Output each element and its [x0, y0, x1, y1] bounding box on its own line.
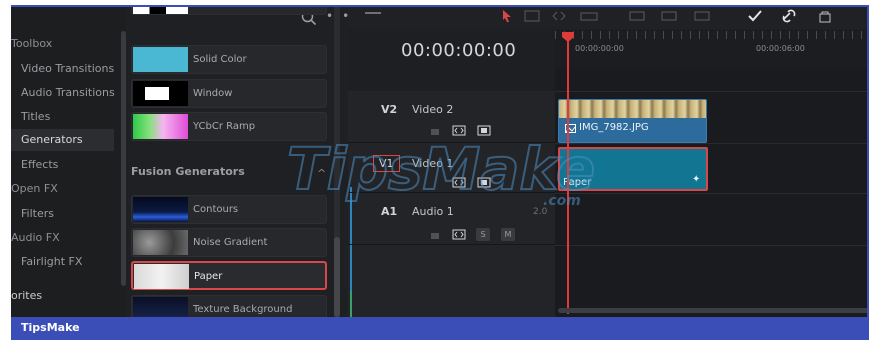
- generator-label: Noise Gradient: [193, 237, 268, 248]
- audio-channel-level: 2.0: [533, 207, 548, 217]
- lane-divider: [555, 193, 867, 194]
- track-id[interactable]: V1: [373, 155, 400, 172]
- generator-thumbnail: [133, 7, 188, 14]
- ruler-timecode: 00:00:06:00: [756, 44, 805, 53]
- track-name[interactable]: Video 2: [412, 103, 453, 116]
- resolve-edit-window: Toolbox Video Transitions Audio Transiti…: [11, 7, 869, 340]
- footer-bar: TipsMake: [11, 317, 867, 340]
- insert-clip-icon[interactable]: [628, 9, 646, 23]
- generator-item-paper[interactable]: Paper: [131, 261, 327, 290]
- position-lock-icon[interactable]: [816, 9, 834, 23]
- ycbcr-ramp-thumbnail: [133, 114, 188, 139]
- track-name[interactable]: Video 1: [412, 157, 453, 170]
- sidebar-item-open-fx[interactable]: Open FX: [11, 182, 58, 195]
- image-clip[interactable]: IMG_7982.JPG: [558, 99, 707, 143]
- timeline-panel: 00:00:00:00 00:00:00:00 00:00:06:00 V2 V…: [348, 7, 867, 331]
- sidebar-item-audio-fx[interactable]: Audio FX: [11, 231, 60, 244]
- sidebar-item-favorites[interactable]: orites: [11, 289, 42, 302]
- sidebar-item-filters[interactable]: Filters: [21, 207, 54, 220]
- track-id: A1: [381, 205, 398, 218]
- sidebar-item-effects[interactable]: Effects: [21, 158, 58, 171]
- timecode-display[interactable]: 00:00:00:00: [401, 40, 516, 61]
- link-icon[interactable]: [780, 9, 798, 23]
- auto-select-icon[interactable]: [452, 125, 466, 136]
- lane-divider: [555, 143, 867, 144]
- generator-item-solid-color[interactable]: Solid Color: [131, 45, 327, 74]
- sparkle-icon: ✦: [692, 174, 701, 185]
- generator-item-contours[interactable]: Contours: [131, 195, 327, 224]
- generator-label: YCbCr Ramp: [193, 121, 256, 132]
- solid-color-thumbnail: [133, 47, 188, 72]
- footer-label: TipsMake: [21, 321, 80, 334]
- track-header-v2[interactable]: V2 Video 2: [348, 91, 555, 143]
- track-header-v1[interactable]: V1 Video 1: [348, 143, 555, 193]
- auto-select-icon[interactable]: [452, 229, 466, 240]
- fusion-generators-header: Fusion Generators: [131, 165, 245, 178]
- blade-icon[interactable]: [580, 9, 598, 23]
- auto-select-icon[interactable]: [452, 177, 466, 188]
- ruler-timecode: 00:00:00:00: [575, 44, 624, 53]
- paper-generator-clip[interactable]: Paper ✦: [558, 147, 708, 191]
- generator-item-partial[interactable]: [131, 7, 327, 15]
- sidebar-item-fairlight-fx[interactable]: Fairlight FX: [21, 255, 82, 268]
- sidebar-item-generators[interactable]: Generators: [11, 129, 114, 151]
- generator-scrollbar[interactable]: [334, 7, 340, 317]
- layout-icon[interactable]: [364, 9, 382, 23]
- film-icon[interactable]: [477, 125, 491, 136]
- trim-edit-icon[interactable]: [523, 9, 541, 23]
- track-name[interactable]: Audio 1: [412, 205, 454, 218]
- collapse-caret-icon[interactable]: ^: [317, 167, 326, 180]
- track-header-a1[interactable]: A1 Audio 1 2.0 S M: [348, 193, 555, 245]
- clip-thumbnail-strip: [559, 100, 706, 118]
- selection-arrow-icon[interactable]: [498, 9, 516, 23]
- dynamic-trim-icon[interactable]: [550, 9, 568, 23]
- generator-item-ycbcr-ramp[interactable]: YCbCr Ramp: [131, 112, 327, 141]
- film-icon[interactable]: [477, 177, 491, 188]
- playhead[interactable]: [567, 39, 569, 314]
- scroll-thumb[interactable]: [334, 237, 340, 317]
- sidebar-item-audio-transitions[interactable]: Audio Transitions: [21, 86, 115, 99]
- snapping-icon[interactable]: [746, 9, 764, 23]
- generator-item-window[interactable]: Window: [131, 79, 327, 108]
- generator-list: ••• Solid Color Window YCbCr Ramp Fusion…: [126, 7, 349, 324]
- effects-library-sidebar: Toolbox Video Transitions Audio Transiti…: [11, 7, 126, 317]
- ruler-ticks: [555, 31, 867, 39]
- generator-label: Solid Color: [193, 54, 247, 65]
- clip-name: IMG_7982.JPG: [579, 122, 649, 133]
- generator-item-noise-gradient[interactable]: Noise Gradient: [131, 228, 327, 257]
- window-thumbnail: [133, 81, 188, 106]
- timeline-toolbar: [348, 7, 867, 29]
- track-id: V2: [381, 103, 398, 116]
- lock-icon[interactable]: [428, 229, 442, 240]
- generator-label: Contours: [193, 204, 239, 215]
- generator-label: Paper: [194, 271, 223, 282]
- solo-button[interactable]: S: [476, 228, 490, 241]
- sidebar-item-toolbox[interactable]: Toolbox: [11, 37, 52, 50]
- lock-icon[interactable]: [428, 125, 442, 136]
- track-headers: V2 Video 2 V1 Video 1 A1 Audio 1 2.0 S M: [348, 91, 555, 331]
- mute-button[interactable]: M: [501, 228, 515, 241]
- generator-label: Window: [193, 88, 233, 99]
- sidebar-item-titles[interactable]: Titles: [21, 110, 50, 123]
- replace-clip-icon[interactable]: [693, 9, 711, 23]
- overwrite-clip-icon[interactable]: [660, 9, 678, 23]
- timeline-horizontal-scrollbar[interactable]: [558, 308, 867, 313]
- lane-divider: [555, 245, 867, 246]
- sidebar-item-video-transitions[interactable]: Video Transitions: [21, 62, 114, 75]
- noise-gradient-thumbnail: [133, 230, 188, 255]
- contours-thumbnail: [133, 197, 188, 222]
- lane-divider: [555, 91, 867, 92]
- paper-thumbnail: [134, 264, 189, 289]
